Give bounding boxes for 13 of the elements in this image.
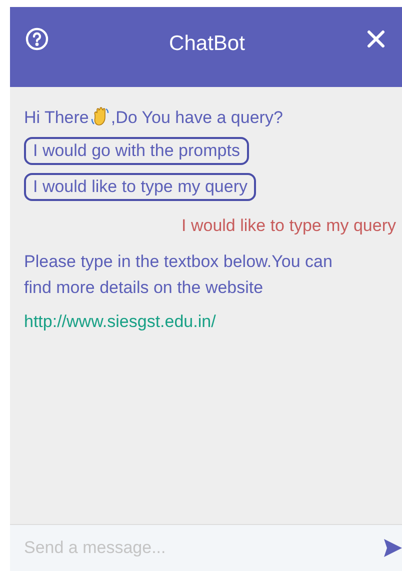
greeting-text: Hi There [24, 108, 89, 127]
prompt-option[interactable]: I would like to type my query [24, 173, 256, 201]
website-link[interactable]: http://www.siesgst.edu.in/ [24, 311, 216, 333]
chat-title: ChatBot [169, 31, 245, 57]
close-icon[interactable] [364, 28, 387, 50]
waving-hand-icon [90, 106, 110, 126]
help-icon[interactable] [25, 27, 49, 51]
send-button[interactable] [374, 524, 402, 571]
user-message: I would like to type my query [182, 215, 396, 237]
prompt-option[interactable]: I would go with the prompts [24, 137, 249, 165]
bot-message: Please type in the textbox below.You can find more details on the website [24, 251, 334, 299]
send-icon [384, 538, 402, 558]
greeting-question: ,Do You have a query? [110, 108, 283, 127]
